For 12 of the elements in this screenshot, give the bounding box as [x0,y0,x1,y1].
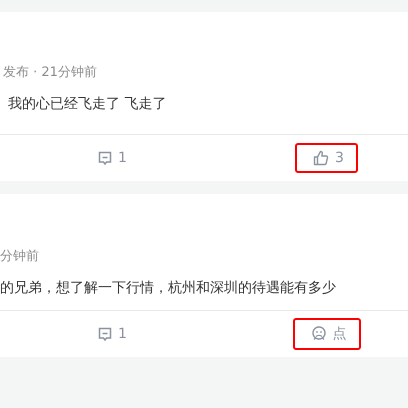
post-meta: 分钟前 [0,248,40,266]
comment-button[interactable]: 1 [90,322,135,346]
comment-icon [98,326,112,342]
comment-icon [98,150,112,166]
face-icon [310,326,326,342]
like-button[interactable]: 3 [295,143,358,173]
like-button[interactable]: 点 [292,318,360,350]
post-meta: 发布 · 21分钟前 [2,64,98,82]
thumbs-up-icon [313,150,330,166]
post-content: 我的心已经飞走了 飞走了 [7,95,168,114]
comment-button[interactable]: 1 [90,146,135,170]
post-content: 的兄弟，想了解一下行情，杭州和深圳的待遇能有多少 [0,279,337,298]
